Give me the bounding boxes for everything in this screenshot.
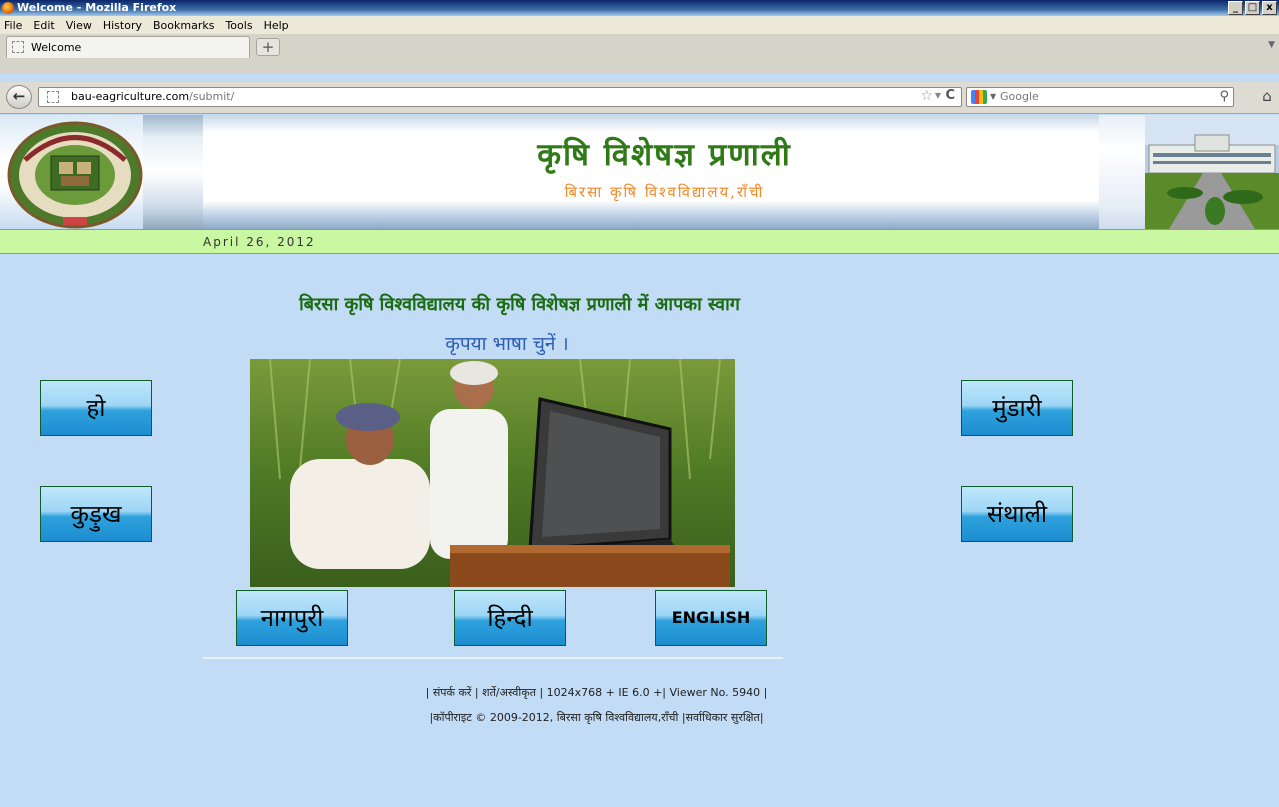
menu-bar: File Edit View History Bookmarks Tools H… (0, 16, 1279, 34)
home-button[interactable]: ⌂ (1256, 86, 1278, 108)
tab-label: Welcome (31, 41, 82, 54)
window-controls: _ □ x (1228, 1, 1277, 15)
new-tab-button[interactable]: + (256, 38, 280, 56)
date-bar: April 26, 2012 (0, 229, 1279, 254)
window-title: Welcome - Mozilla Firefox (17, 1, 177, 14)
close-button[interactable]: x (1262, 1, 1277, 15)
url-path: /submit/ (189, 90, 235, 103)
viewer-count: Viewer No. 5940 (669, 686, 761, 699)
welcome-heading: बिरसा कृषि विश्वविद्यालय की कृषि विशेषज्… (299, 294, 740, 315)
terms-link[interactable]: शर्ते/अस्वीकृत (482, 686, 536, 699)
menu-history[interactable]: History (103, 19, 142, 32)
footer-links: | संपर्क करें | शर्ते/अस्वीकृत | 1024x76… (425, 686, 768, 699)
history-dropdown-icon[interactable]: ▼ (935, 91, 941, 100)
language-button-hindi[interactable]: हिन्दी (454, 590, 566, 646)
contact-link[interactable]: संपर्क करें (433, 686, 472, 699)
site-title: कृषि विशेषज्ञ प्रणाली (537, 137, 792, 173)
language-button-kurukh[interactable]: कुड़ुख (40, 486, 152, 542)
maximize-button[interactable]: □ (1245, 1, 1260, 15)
menu-bookmarks[interactable]: Bookmarks (153, 19, 214, 32)
current-date: April 26, 2012 (203, 235, 316, 249)
menu-file[interactable]: File (4, 19, 22, 32)
back-button[interactable]: ← (6, 85, 32, 109)
footer-copyright: |कॉपीराइट © 2009-2012, बिरसा कृषि विश्वव… (429, 711, 764, 724)
site-subtitle: बिरसा कृषि विश्वविद्यालय,राँची (564, 183, 765, 201)
menu-help[interactable]: Help (264, 19, 289, 32)
resolution-note: 1024x768 + IE 6.0 + (546, 686, 663, 699)
site-identity-icon[interactable] (47, 91, 59, 103)
language-button-mundari[interactable]: मुंडारी (961, 380, 1073, 436)
page-icon (12, 41, 24, 53)
tab-welcome[interactable]: Welcome (6, 36, 250, 58)
search-icon[interactable]: ⚲ (1219, 89, 1229, 104)
farmers-laptop-photo (250, 359, 735, 587)
window-titlebar: Welcome - Mozilla Firefox _ □ x (0, 0, 1279, 16)
bookmark-star-icon[interactable]: ☆ (920, 88, 933, 104)
menu-tools[interactable]: Tools (225, 19, 252, 32)
firefox-logo-icon (2, 2, 14, 14)
url-text: bau-eagriculture.com/submit/ (71, 90, 234, 103)
address-bar[interactable]: bau-eagriculture.com/submit/ ☆ ▼ C (38, 87, 962, 107)
menu-view[interactable]: View (66, 19, 92, 32)
menu-edit[interactable]: Edit (33, 19, 54, 32)
minimize-button[interactable]: _ (1228, 1, 1243, 15)
google-icon[interactable] (971, 90, 987, 104)
footer-divider (203, 657, 783, 659)
engine-dropdown-icon[interactable]: ▼ (990, 92, 996, 101)
reload-icon[interactable]: C (945, 88, 955, 103)
url-host: bau-eagriculture.com (71, 90, 190, 103)
language-button-santhali[interactable]: संथाली (961, 486, 1073, 542)
search-engine-placeholder: Google (1000, 90, 1039, 103)
language-button-ho[interactable]: हो (40, 380, 152, 436)
language-button-english[interactable]: ENGLISH (655, 590, 767, 646)
tab-strip: Welcome + ▼ (0, 34, 1279, 74)
choose-language-prompt: कृपया भाषा चुनें । (445, 333, 569, 355)
list-all-tabs-icon[interactable]: ▼ (1268, 40, 1275, 50)
language-button-nagpuri[interactable]: नागपुरी (236, 590, 348, 646)
search-bar[interactable]: ▼ Google ⚲ (966, 87, 1234, 107)
